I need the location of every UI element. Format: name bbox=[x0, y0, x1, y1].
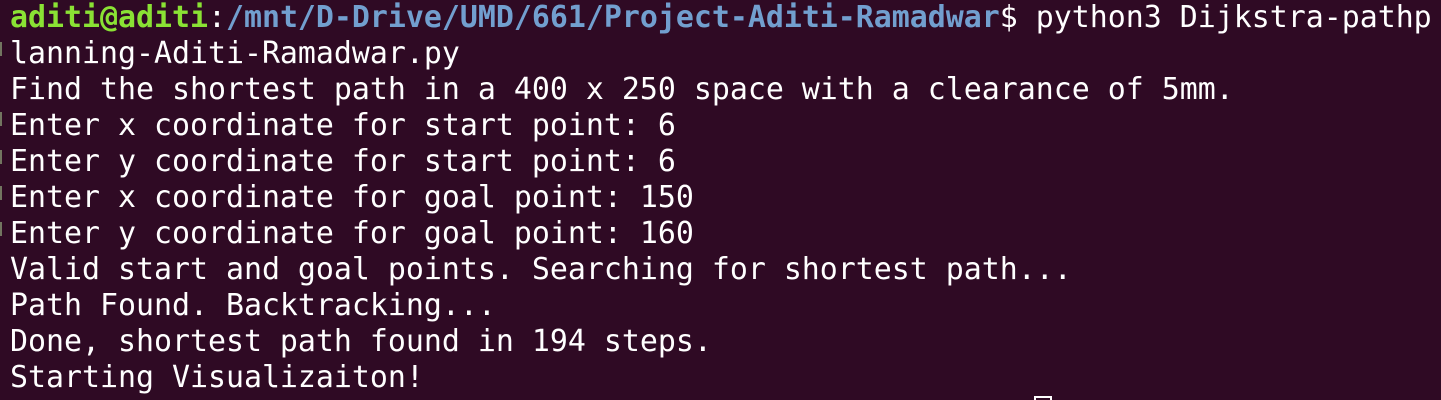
prompt-line: aditi@aditi:/mnt/D-Drive/UMD/661/Project… bbox=[10, 0, 1441, 36]
terminal-cursor bbox=[1034, 396, 1052, 400]
command-text: python3 Dijkstra-pathp bbox=[1017, 0, 1432, 35]
output-line: Enter y coordinate for goal point: 160 bbox=[10, 216, 694, 251]
output-line: Done, shortest path found in 194 steps. bbox=[10, 324, 712, 359]
edge-mark bbox=[0, 186, 8, 200]
prompt-user-host: aditi@aditi bbox=[10, 0, 208, 35]
edge-mark bbox=[0, 42, 8, 56]
terminal-window[interactable]: aditi@aditi:/mnt/D-Drive/UMD/661/Project… bbox=[0, 0, 1441, 400]
prompt-path: /mnt/D-Drive/UMD/661/Project-Aditi-Ramad… bbox=[225, 0, 1000, 35]
output-line: Enter y coordinate for start point: 6 bbox=[10, 144, 676, 179]
adjacent-window-edge bbox=[0, 0, 8, 400]
output-line: Path Found. Backtracking... bbox=[10, 288, 496, 323]
edge-mark bbox=[0, 150, 8, 164]
output-line: Starting Visualizaiton! bbox=[10, 360, 424, 395]
edge-mark bbox=[0, 112, 8, 126]
edge-mark bbox=[0, 222, 8, 236]
output-line: Enter x coordinate for start point: 6 bbox=[10, 108, 676, 143]
prompt-colon: : bbox=[207, 0, 226, 35]
output-line: Enter x coordinate for goal point: 150 bbox=[10, 180, 694, 215]
output-line: Find the shortest path in a 400 x 250 sp… bbox=[10, 72, 1234, 107]
output-line: Valid start and goal points. Searching f… bbox=[10, 252, 1072, 287]
prompt-dollar: $ bbox=[999, 0, 1018, 35]
output-line: lanning-Aditi-Ramadwar.py bbox=[10, 36, 460, 71]
